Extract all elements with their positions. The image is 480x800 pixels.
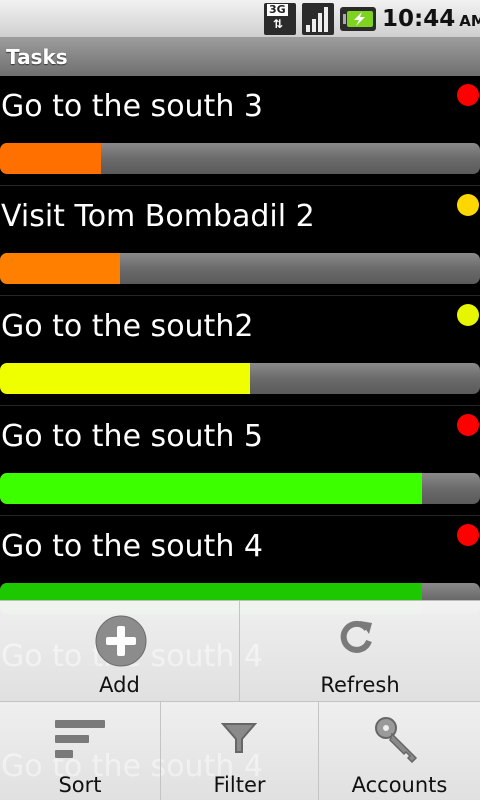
signal-icon [302, 3, 334, 35]
task-name: Go to the south 3 [1, 89, 263, 124]
task-row[interactable]: Go to the south 3 [0, 76, 480, 186]
page-title: Tasks [6, 45, 68, 69]
refresh-icon [340, 620, 372, 653]
clock-time: 10:44 [382, 6, 456, 32]
clock: 10:44 AM [382, 6, 480, 34]
priority-dot [457, 84, 479, 106]
menu-item-label: Add [99, 673, 140, 697]
menu-item-label: Sort [58, 773, 102, 797]
task-name: Visit Tom Bombadil 2 [1, 199, 315, 234]
add-icon [95, 615, 147, 667]
network-badge: 3G [267, 3, 288, 16]
task-name: Go to the south 4 [1, 529, 263, 564]
menu-item-label: Accounts [351, 773, 448, 797]
task-name: Go to the south 5 [1, 419, 263, 454]
progress-bar [0, 253, 480, 284]
sort-icon [55, 720, 105, 758]
options-menu: Go to the south 4 Go to the south 4 Add … [0, 600, 480, 800]
priority-dot [457, 194, 479, 216]
title-bar: Tasks [0, 38, 480, 76]
task-row[interactable]: Visit Tom Bombadil 2 [0, 186, 480, 296]
battery-charging-icon [340, 7, 376, 31]
progress-fill [0, 143, 101, 174]
priority-dot [457, 524, 479, 546]
screen: 3G ⇅ 10:44 AM Tasks Go to the south 3 Vi… [0, 0, 480, 800]
menu-item-label: Refresh [320, 673, 400, 697]
menu-divider [0, 701, 480, 702]
menu-item-label: Filter [213, 773, 266, 797]
progress-fill [0, 253, 120, 284]
clock-ampm: AM [459, 12, 480, 30]
network-3g-icon: 3G ⇅ [264, 3, 296, 35]
filter-icon [221, 723, 257, 753]
menu-item-accounts[interactable]: Accounts [319, 702, 480, 800]
menu-item-sort[interactable]: Sort [0, 702, 160, 800]
progress-bar [0, 473, 480, 504]
menu-item-add[interactable]: Add [0, 601, 239, 701]
task-row[interactable]: Go to the south2 [0, 296, 480, 406]
task-name: Go to the south2 [1, 309, 254, 344]
priority-dot [457, 304, 479, 326]
progress-fill [0, 473, 423, 504]
task-row[interactable]: Go to the south 5 [0, 406, 480, 516]
menu-divider [318, 702, 319, 800]
accounts-key-icon [375, 717, 418, 764]
progress-fill [0, 363, 250, 394]
progress-bar [0, 143, 480, 174]
menu-divider [160, 702, 161, 800]
data-arrows-icon: ⇅ [273, 17, 284, 31]
menu-divider [239, 601, 240, 701]
menu-item-filter[interactable]: Filter [161, 702, 318, 800]
status-bar: 3G ⇅ 10:44 AM [0, 0, 480, 38]
menu-item-refresh[interactable]: Refresh [240, 601, 480, 701]
priority-dot [457, 414, 479, 436]
progress-bar [0, 363, 480, 394]
